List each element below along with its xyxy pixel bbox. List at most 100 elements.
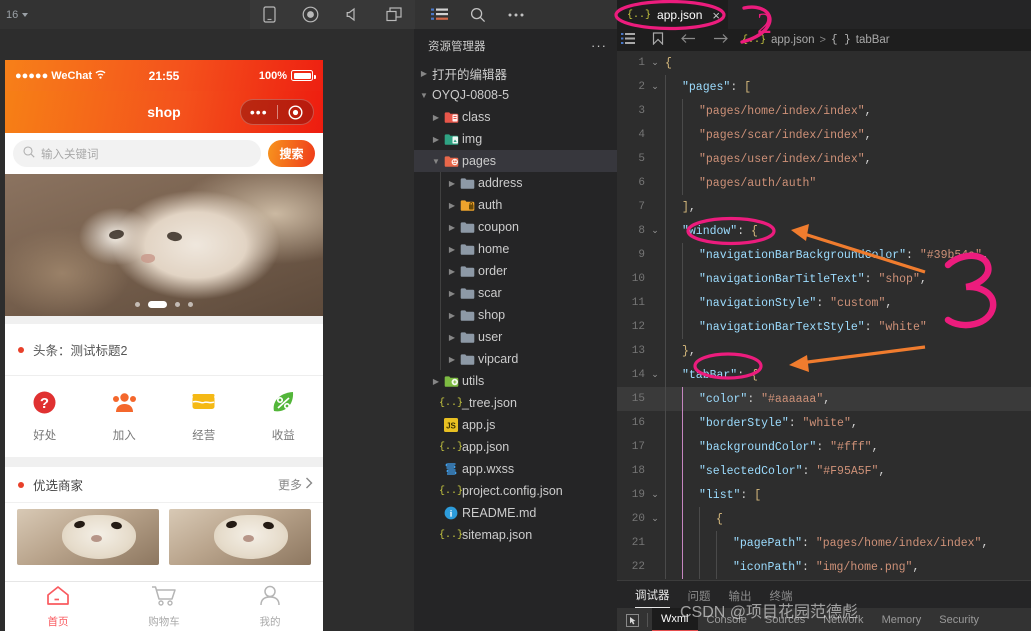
quick-action-manage[interactable]: 经营: [164, 390, 244, 443]
quick-action-income[interactable]: 收益: [244, 390, 324, 443]
chevron-right-icon[interactable]: ▶: [446, 179, 458, 188]
chevron-right-icon[interactable]: ▶: [446, 245, 458, 254]
merchant-card[interactable]: [169, 509, 311, 565]
file-tree-item-address[interactable]: ▶ address: [414, 172, 617, 194]
file-tree-item-img[interactable]: ▶ img: [414, 128, 617, 150]
headline-row[interactable]: 头条：测试标题2: [5, 324, 323, 376]
code-line-22[interactable]: 22 "iconPath": "img/home.png",: [617, 555, 1031, 579]
mobile-icon[interactable]: [263, 6, 276, 23]
chevron-down-icon[interactable]: ▼: [418, 91, 430, 100]
file-tree-item-project-config-json[interactable]: {..} project.config.json: [414, 480, 617, 502]
carousel-dot-active[interactable]: [148, 301, 167, 308]
breadcrumb-symbol[interactable]: tabBar: [856, 34, 890, 46]
breadcrumb-file[interactable]: app.json: [771, 34, 814, 46]
banner-carousel[interactable]: [5, 174, 323, 316]
ellipsis-icon[interactable]: ···: [591, 38, 607, 53]
file-tree-item-app-json[interactable]: {..} app.json: [414, 436, 617, 458]
code-line-8[interactable]: 8 ⌄ "window": {: [617, 219, 1031, 243]
bookmark-icon[interactable]: [652, 32, 664, 48]
merchant-card[interactable]: [17, 509, 159, 565]
file-tree-item-app-wxss[interactable]: app.wxss: [414, 458, 617, 480]
fold-chevron-down-icon[interactable]: ⌄: [647, 514, 663, 524]
tab-home[interactable]: 首页: [5, 585, 111, 629]
code-line-13[interactable]: 13},: [617, 339, 1031, 363]
chevron-right-icon[interactable]: ▶: [430, 377, 442, 386]
explorer-section-0[interactable]: ▶ 打开的编辑器: [414, 62, 617, 84]
code-line-16[interactable]: 16 "borderStyle": "white",: [617, 411, 1031, 435]
zoom-level-dropdown[interactable]: 16: [0, 9, 250, 21]
file-tree-item-vipcard[interactable]: ▶ vipcard: [414, 348, 617, 370]
code-line-12[interactable]: 12 "navigationBarTextStyle": "white": [617, 315, 1031, 339]
fold-chevron-down-icon[interactable]: ⌄: [647, 226, 663, 236]
tab-mine[interactable]: 我的: [217, 585, 323, 629]
code-line-20[interactable]: 20 ⌄ {: [617, 507, 1031, 531]
carousel-indicators[interactable]: [5, 301, 323, 308]
quick-action-join[interactable]: 加入: [85, 390, 165, 443]
code-line-1[interactable]: 1 ⌄{: [617, 51, 1031, 75]
search-icon[interactable]: [470, 7, 486, 23]
file-tree-item-coupon[interactable]: ▶ coupon: [414, 216, 617, 238]
devtools-tab-wxml[interactable]: Wxml: [652, 608, 698, 631]
code-line-11[interactable]: 11 "navigationStyle": "custom",: [617, 291, 1031, 315]
carousel-dot[interactable]: [135, 302, 140, 307]
chevron-right-icon[interactable]: ▶: [446, 223, 458, 232]
file-tree-item-shop[interactable]: ▶ shop: [414, 304, 617, 326]
devtools-tab-sources[interactable]: Sources: [756, 614, 814, 626]
file-tree-item-sitemap-json[interactable]: {..} sitemap.json: [414, 524, 617, 546]
fold-chevron-down-icon[interactable]: ⌄: [647, 370, 663, 380]
file-tree-item-class[interactable]: ▶ class: [414, 106, 617, 128]
search-input[interactable]: 输入关键词: [13, 140, 261, 167]
wechat-capsule[interactable]: •••: [240, 99, 314, 125]
editor-tab-app-json[interactable]: {..} app.json ×: [617, 0, 728, 29]
chevron-right-icon[interactable]: ▶: [446, 289, 458, 298]
code-line-21[interactable]: 21 "pagePath": "pages/home/index/index",: [617, 531, 1031, 555]
file-tree-item-user[interactable]: ▶ user: [414, 326, 617, 348]
chevron-right-icon[interactable]: ▶: [446, 311, 458, 320]
fold-chevron-down-icon[interactable]: ⌄: [647, 58, 663, 68]
debug-tab-3[interactable]: 终端: [770, 588, 793, 608]
target-icon[interactable]: [278, 104, 314, 120]
chevron-right-icon[interactable]: ▶: [418, 69, 430, 78]
fold-chevron-down-icon[interactable]: ⌄: [647, 490, 663, 500]
code-content[interactable]: 1 ⌄{2 ⌄ "pages": [3 "pages/home/index/index"…: [617, 51, 1031, 580]
devtools-tab-security[interactable]: Security: [930, 614, 988, 626]
code-line-2[interactable]: 2 ⌄ "pages": [: [617, 75, 1031, 99]
back-arrow-icon[interactable]: [681, 33, 696, 47]
file-tree-item-pages[interactable]: ▼ pages: [414, 150, 617, 172]
file-tree-item-app-js[interactable]: JS app.js: [414, 414, 617, 436]
tab-cart[interactable]: 购物车: [111, 585, 217, 629]
code-line-7[interactable]: 7],: [617, 195, 1031, 219]
code-line-19[interactable]: 19 ⌄ "list": [: [617, 483, 1031, 507]
search-button[interactable]: 搜索: [268, 140, 315, 167]
code-line-9[interactable]: 9 "navigationBarBackgroundColor": "#39b54…: [617, 243, 1031, 267]
forward-arrow-icon[interactable]: [713, 33, 728, 47]
window-icon[interactable]: [386, 7, 402, 22]
code-line-5[interactable]: 5 "pages/user/index/index",: [617, 147, 1031, 171]
chevron-right-icon[interactable]: ▶: [446, 333, 458, 342]
debug-tab-1[interactable]: 问题: [688, 588, 711, 608]
code-line-6[interactable]: 6 "pages/auth/auth": [617, 171, 1031, 195]
code-line-3[interactable]: 3 "pages/home/index/index",: [617, 99, 1031, 123]
file-tree-item--tree-json[interactable]: {..} _tree.json: [414, 392, 617, 414]
file-tree-item-auth[interactable]: ▶ auth: [414, 194, 617, 216]
fold-chevron-down-icon[interactable]: ⌄: [647, 82, 663, 92]
chevron-right-icon[interactable]: ▶: [446, 267, 458, 276]
code-line-10[interactable]: 10 "navigationBarTitleText": "shop",: [617, 267, 1031, 291]
chevron-right-icon[interactable]: ▶: [430, 113, 442, 122]
devtools-tab-console[interactable]: Console: [698, 614, 756, 626]
code-line-14[interactable]: 14 ⌄ "tabBar": {: [617, 363, 1031, 387]
code-line-15[interactable]: 15 "color": "#aaaaaa",: [617, 387, 1031, 411]
close-icon[interactable]: ×: [712, 8, 720, 23]
chevron-right-icon[interactable]: ▶: [430, 135, 442, 144]
debug-tab-2[interactable]: 输出: [729, 588, 752, 608]
capsule-menu-icon[interactable]: •••: [241, 105, 277, 119]
file-tree-item-utils[interactable]: ▶ utils: [414, 370, 617, 392]
chevron-right-icon[interactable]: ▶: [446, 201, 458, 210]
carousel-dot[interactable]: [175, 302, 180, 307]
debug-tab-0[interactable]: 调试器: [635, 587, 670, 608]
file-tree-item-order[interactable]: ▶ order: [414, 260, 617, 282]
code-line-18[interactable]: 18 "selectedColor": "#F95A5F",: [617, 459, 1031, 483]
list-icon[interactable]: [431, 8, 448, 21]
chevron-down-icon[interactable]: ▼: [430, 157, 442, 166]
section-more-link[interactable]: 更多: [278, 476, 313, 493]
